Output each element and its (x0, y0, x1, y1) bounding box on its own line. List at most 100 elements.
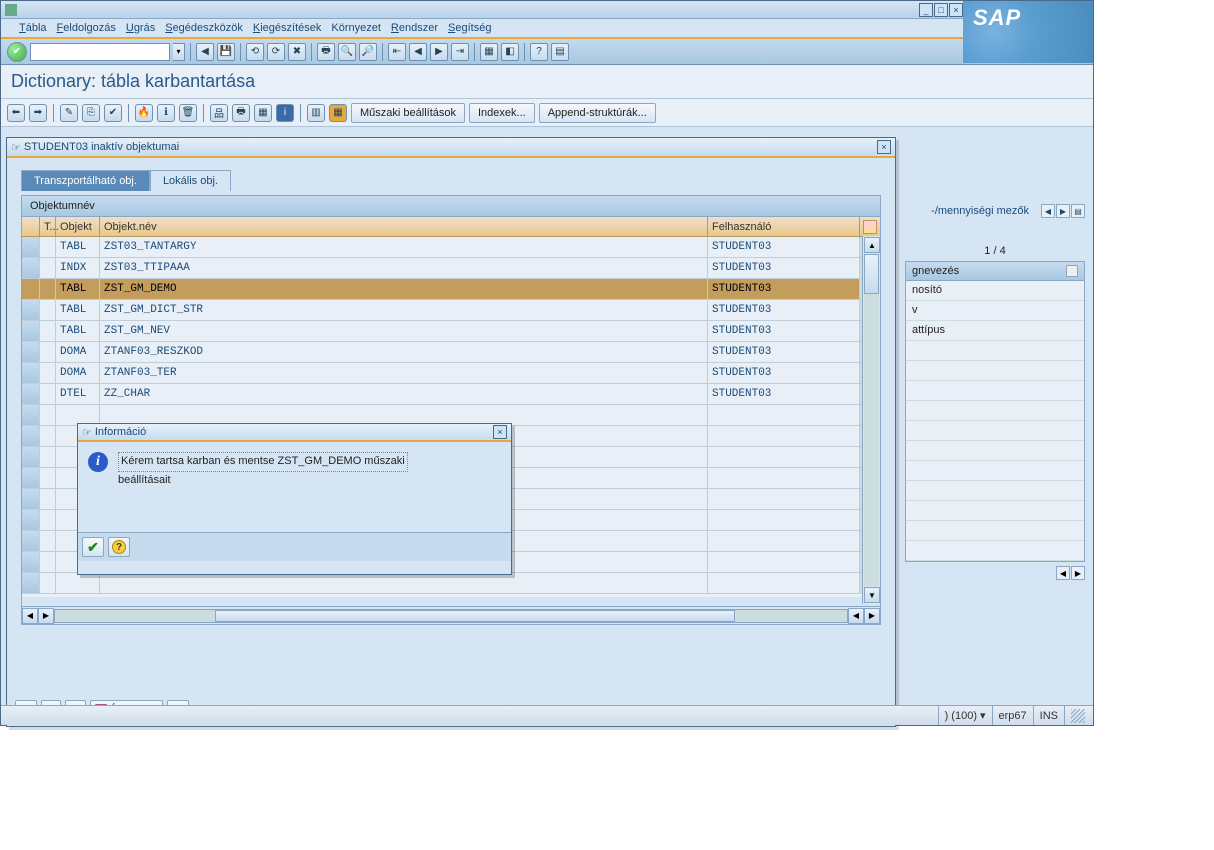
graphic-button[interactable]: ▥ (307, 104, 325, 122)
bg-list-item[interactable] (906, 401, 1084, 421)
bg-list-item[interactable] (906, 381, 1084, 401)
scroll-up-button[interactable]: ▲ (864, 237, 880, 253)
row-selector[interactable] (22, 573, 40, 593)
hierarchy-button[interactable]: 品 (210, 104, 228, 122)
scroll-track[interactable] (864, 254, 879, 586)
tab-local[interactable]: Lokális obj. (150, 170, 231, 191)
grid-hscroll[interactable]: ◀ ▶ ◀ ▶ (22, 606, 880, 624)
row-selector[interactable] (22, 552, 40, 572)
table-row[interactable]: TABLZST_GM_NEVSTUDENT03 (22, 321, 880, 342)
hscroll-thumb[interactable] (215, 610, 735, 622)
menu-segedeszkozok[interactable]: Segédeszközök (165, 22, 243, 34)
table-button[interactable]: ▦ (329, 104, 347, 122)
hscroll-track[interactable] (54, 609, 848, 623)
delete-button[interactable]: 🗑 (179, 104, 197, 122)
nav-prev-button[interactable]: ⬅ (7, 104, 25, 122)
bg-list-item[interactable]: v (906, 301, 1084, 321)
bg-scroll-left-button[interactable]: ◀ (1056, 566, 1070, 580)
last-page-icon[interactable]: ⇥ (451, 43, 469, 61)
nav-next-button[interactable]: ➡ (29, 104, 47, 122)
save-button[interactable]: 💾 (217, 43, 235, 61)
layout-menu-icon[interactable]: ▾ (980, 709, 986, 722)
print-icon[interactable]: 🖶 (317, 43, 335, 61)
scroll-thumb[interactable] (864, 254, 879, 294)
cancel-icon[interactable]: ✖ (288, 43, 306, 61)
menu-rendszer[interactable]: Rendszer (391, 22, 438, 34)
bg-tab-label[interactable]: -/mennyiségi mezők (923, 202, 1037, 220)
table-row[interactable]: TABLZST_GM_DICT_STRSTUDENT03 (22, 300, 880, 321)
row-selector[interactable] (22, 279, 40, 299)
menu-segitseg[interactable]: Segítség (448, 22, 491, 34)
technical-settings-button[interactable]: Műszaki beállítások (351, 103, 465, 123)
row-selector[interactable] (22, 489, 40, 509)
row-selector[interactable] (22, 321, 40, 341)
new-session-icon[interactable]: ▦ (480, 43, 498, 61)
help-icon[interactable]: ? (530, 43, 548, 61)
bg-list-item[interactable] (906, 461, 1084, 481)
check-button[interactable]: ✔ (104, 104, 122, 122)
command-field[interactable] (30, 43, 170, 61)
hscroll-right-button[interactable]: ◀ (848, 608, 864, 624)
row-selector[interactable] (22, 468, 40, 488)
other-object-button[interactable]: ⎘ (82, 104, 100, 122)
exit-icon[interactable]: ⟳ (267, 43, 285, 61)
command-history-button[interactable]: ▾ (173, 43, 185, 61)
bg-list-item[interactable]: nosító (906, 281, 1084, 301)
tab-scroll-right-button[interactable]: ▶ (1056, 204, 1070, 218)
find-icon[interactable]: 🔍 (338, 43, 356, 61)
first-page-icon[interactable]: ⇤ (388, 43, 406, 61)
layout-icon[interactable]: ▤ (551, 43, 569, 61)
activate-button[interactable]: 🔥 (135, 104, 153, 122)
table-row[interactable]: INDXZST03_TTIPAAASTUDENT03 (22, 258, 880, 279)
info-help-button[interactable]: ? (108, 537, 130, 557)
bg-list-item[interactable] (906, 521, 1084, 541)
bg-list-item[interactable]: attípus (906, 321, 1084, 341)
scroll-down-button[interactable]: ▼ (864, 587, 880, 603)
display-change-button[interactable]: ✎ (60, 104, 78, 122)
tab-transportable[interactable]: Transzportálható obj. (21, 170, 150, 191)
enter-button[interactable]: ✔ (7, 42, 27, 62)
bg-list-item[interactable] (906, 341, 1084, 361)
where-used-button[interactable]: ℹ (157, 104, 175, 122)
table-row[interactable]: TABLZST_GM_DEMOSTUDENT03 (22, 279, 880, 300)
bg-list-item[interactable] (906, 501, 1084, 521)
back-icon[interactable]: ⟲ (246, 43, 264, 61)
col-objektnev[interactable]: Objekt.név (100, 217, 708, 236)
menu-ugras[interactable]: Ugrás (126, 22, 155, 34)
row-selector[interactable] (22, 237, 40, 257)
row-selector[interactable] (22, 300, 40, 320)
info-button[interactable]: i (276, 104, 294, 122)
dialog-close-button[interactable]: × (877, 140, 891, 154)
print-button[interactable]: 🖶 (232, 104, 250, 122)
tab-scroll-left-button[interactable]: ◀ (1041, 204, 1055, 218)
back-button[interactable]: ◀ (196, 43, 214, 61)
column-settings-icon[interactable] (1066, 265, 1078, 277)
bg-list-item[interactable] (906, 481, 1084, 501)
row-selector[interactable] (22, 405, 40, 425)
next-page-icon[interactable]: ▶ (430, 43, 448, 61)
col-select[interactable] (22, 217, 40, 236)
table-row[interactable]: DOMAZTANF03_RESZKODSTUDENT03 (22, 342, 880, 363)
table-row[interactable]: DTELZZ_CHARSTUDENT03 (22, 384, 880, 405)
hscroll-last-button[interactable]: ▶ (864, 608, 880, 624)
row-selector[interactable] (22, 258, 40, 278)
shortcut-icon[interactable]: ◧ (501, 43, 519, 61)
contents-button[interactable]: ▦ (254, 104, 272, 122)
col-t[interactable]: T... (40, 217, 56, 236)
row-selector[interactable] (22, 363, 40, 383)
row-selector[interactable] (22, 531, 40, 551)
grid-settings-icon[interactable] (863, 220, 877, 234)
indexes-button[interactable]: Indexek... (469, 103, 535, 123)
row-selector[interactable] (22, 426, 40, 446)
bg-list-item[interactable] (906, 541, 1084, 561)
table-row[interactable]: DOMAZTANF03_TERSTUDENT03 (22, 363, 880, 384)
col-objekt[interactable]: Objekt (56, 217, 100, 236)
table-row[interactable]: TABLZST03_TANTARGYSTUDENT03 (22, 237, 880, 258)
grid-vscroll[interactable]: ▲ ▼ (862, 236, 880, 604)
row-selector[interactable] (22, 384, 40, 404)
resize-grip-icon[interactable] (1071, 709, 1085, 723)
tab-list-button[interactable]: ▤ (1071, 204, 1085, 218)
info-close-button[interactable]: × (493, 425, 507, 439)
row-selector[interactable] (22, 342, 40, 362)
append-structures-button[interactable]: Append-struktúrák... (539, 103, 656, 123)
